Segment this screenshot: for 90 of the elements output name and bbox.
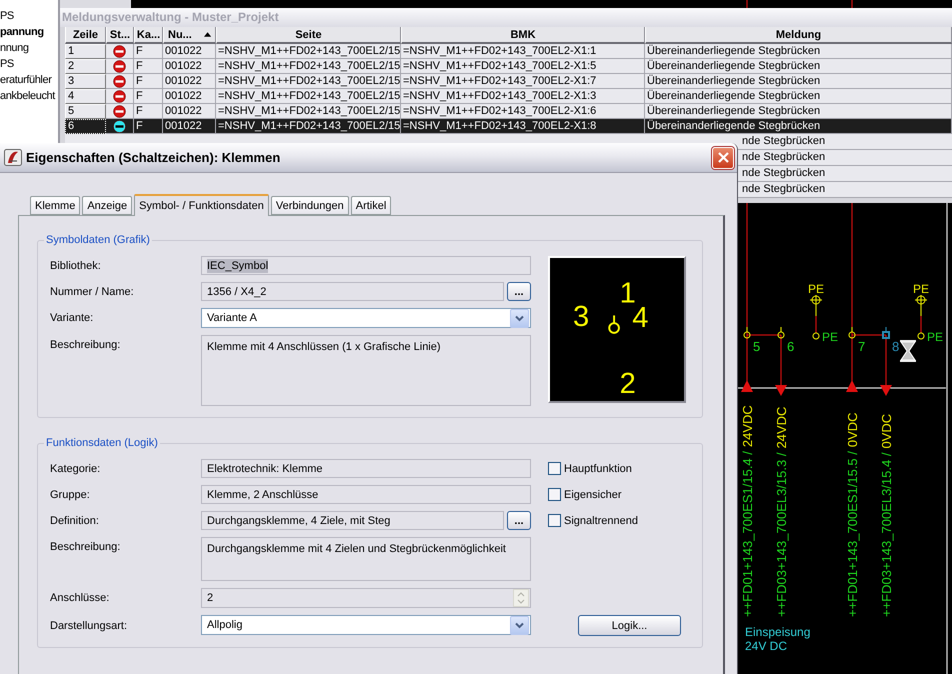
input-field[interactable]: 2	[201, 588, 531, 608]
no-entry-icon	[113, 74, 126, 88]
table-row[interactable]: 3 F 001022 =NSHV_M1++FD02+143_700EL2/15 =NSHV_M1++FD02+143_700EL2-X1:7 Übereinanderliegende Stegbrücken	[65, 74, 952, 89]
field-label: Nummer / Name:	[50, 286, 135, 298]
logic-button[interactable]: Logik...	[578, 615, 681, 636]
input-field[interactable]: 1356 / X4_2	[201, 282, 504, 301]
column-header[interactable]: BMK	[401, 27, 645, 44]
tree-item[interactable]: ankbeleucht	[0, 88, 55, 104]
group-title: Symboldaten (Grafik)	[45, 234, 151, 246]
browse-button[interactable]: ...	[507, 511, 531, 530]
checkbox[interactable]: Hauptfunktion	[548, 462, 686, 475]
cross-reference-label: ++FD01+143_700ES1/15.5 / 0VDC	[845, 412, 860, 617]
field-label: Variante:	[50, 312, 94, 324]
browse-button[interactable]: ...	[507, 282, 531, 301]
text-area[interactable]: Durchgangsklemme mit 4 Zielen und Stegbrückenmöglichkeit	[201, 537, 531, 581]
tree-item[interactable]: PS	[0, 56, 14, 72]
feed-note: Einspeisung 24V DC	[745, 625, 810, 653]
pe-label: PE	[927, 330, 944, 344]
cross-reference-label: ++FD03+143_700EL3/15.3 / 24VDC	[774, 406, 789, 617]
tab[interactable]: Verbindungen	[270, 196, 349, 215]
close-icon	[718, 152, 728, 163]
hourglass-icon	[900, 340, 916, 362]
terminal-number: 6	[787, 339, 794, 354]
field-label: Beschreibung:	[50, 338, 122, 351]
pe-label: PE	[913, 282, 929, 296]
no-entry-icon	[113, 90, 126, 102]
table-cell: nde Stegbrücken	[742, 182, 826, 197]
row-header: 1	[65, 44, 106, 59]
input-field[interactable]: Durchgangsklemme, 4 Ziele, mit Steg	[201, 511, 504, 530]
field-label: Definition:	[50, 514, 100, 526]
table-row[interactable]: 2 F 001022 =NSHV_M1++FD02+143_700EL2/15 =NSHV_M1++FD02+143_700EL2-X1:5 Übereinanderliegende Stegbrücken	[65, 59, 952, 74]
field-label: Anschlüsse:	[50, 592, 110, 604]
dropdown[interactable]: Allpolig	[201, 615, 531, 635]
terminal-number: 8	[892, 339, 900, 354]
table-row[interactable]: 1 F 001022 =NSHV_M1++FD02+143_700EL2/15 =NSHV_M1++FD02+143_700EL2-X1:1 Übereinanderliegende Stegbrücken	[65, 44, 952, 59]
pe-label: PE	[822, 330, 838, 344]
terminal-number: 7	[858, 339, 866, 354]
window-title: Meldungsverwaltung - Muster_Projekt	[60, 8, 952, 27]
table-row[interactable]: 6 F 001022 =NSHV_M1++FD02+143_700EL2/15 =NSHV_M1++FD02+143_700EL2-X1:8 Übereinanderliegende Stegbrücken	[65, 119, 952, 134]
pe-label: PE	[808, 282, 824, 296]
field-label: Bibliothek:	[50, 260, 102, 272]
column-header[interactable]: Seite	[216, 27, 401, 44]
table-cell: nde Stegbrücken	[742, 150, 826, 165]
tab[interactable]: Symbol- / Funktionsdaten	[134, 194, 269, 216]
tree-item[interactable]: eraturfühler	[0, 72, 52, 88]
input-field[interactable]: Klemme, 2 Anschlüsse	[201, 485, 531, 504]
table-row[interactable]: 4 F 001022 =NSHV_M1++FD02+143_700EL2/15 =NSHV_M1++FD02+143_700EL2-X1:3 Übereinanderliegende Stegbrücken	[65, 89, 952, 104]
tree-item[interactable]: nnung	[0, 40, 29, 56]
dialog-title: Eigenschaften (Schaltzeichen): Klemmen	[26, 150, 282, 165]
tab[interactable]: Artikel	[350, 196, 392, 215]
connection-number: 2	[620, 368, 636, 400]
text-area[interactable]: Klemme mit 4 Anschlüssen (1 x Grafische Linie)	[201, 335, 531, 406]
column-header[interactable]: Zeile	[65, 27, 106, 44]
no-entry-icon	[113, 60, 126, 72]
cross-reference-label: ++FD01+143_700ES1/15.4 / 24VDC	[740, 405, 755, 617]
checkbox[interactable]: Signaltrennend	[548, 514, 686, 527]
table-row[interactable]: 5 F 001022 =NSHV_M1++FD02+143_700EL2/15 =NSHV_M1++FD02+143_700EL2-X1:6 Übereinanderliegende Stegbrücken	[65, 104, 952, 119]
field-label: Beschreibung:	[50, 540, 122, 553]
row-header: 3	[65, 74, 106, 89]
dropdown[interactable]: Variante A	[201, 308, 531, 328]
input-field[interactable]: IEC_Symbol	[201, 256, 531, 275]
column-header[interactable]: Nu...	[163, 27, 216, 44]
group-title: Funktionsdaten (Logik)	[45, 437, 159, 449]
field-label: Kategorie:	[50, 462, 102, 474]
column-header[interactable]: St...	[106, 27, 134, 44]
tree-item[interactable]: pannung	[0, 24, 44, 40]
terminal-symbol-icon	[608, 315, 620, 334]
terminal-number: 5	[753, 339, 760, 354]
table-cell: nde Stegbrücken	[742, 134, 826, 149]
tab[interactable]: Anzeige	[82, 196, 132, 215]
input-field[interactable]: Elektrotechnik: Klemme	[201, 459, 531, 478]
row-header: 2	[65, 59, 106, 74]
connection-number: 3	[572, 301, 590, 334]
table-cell: nde Stegbrücken	[742, 166, 826, 181]
tab[interactable]: Klemme	[30, 196, 80, 215]
field-label: Gruppe:	[50, 488, 91, 500]
close-button[interactable]	[712, 146, 734, 168]
field-label: Darstellungsart:	[50, 620, 128, 632]
row-header: 5	[65, 104, 106, 119]
no-entry-icon	[113, 104, 126, 118]
app-icon	[4, 149, 22, 166]
column-header[interactable]: Ka...	[134, 27, 163, 44]
column-header[interactable]: Meldung	[645, 27, 952, 44]
checkbox[interactable]: Eigensicher	[548, 488, 686, 501]
tree-item[interactable]: PS	[0, 8, 14, 24]
row-header: 4	[65, 89, 106, 104]
no-entry-icon	[113, 120, 126, 132]
cross-reference-label: ++FD03+143_700EL3/15.4 / 0VDC	[879, 414, 894, 617]
sort-ascending-icon	[204, 32, 211, 37]
no-entry-icon	[113, 44, 126, 58]
